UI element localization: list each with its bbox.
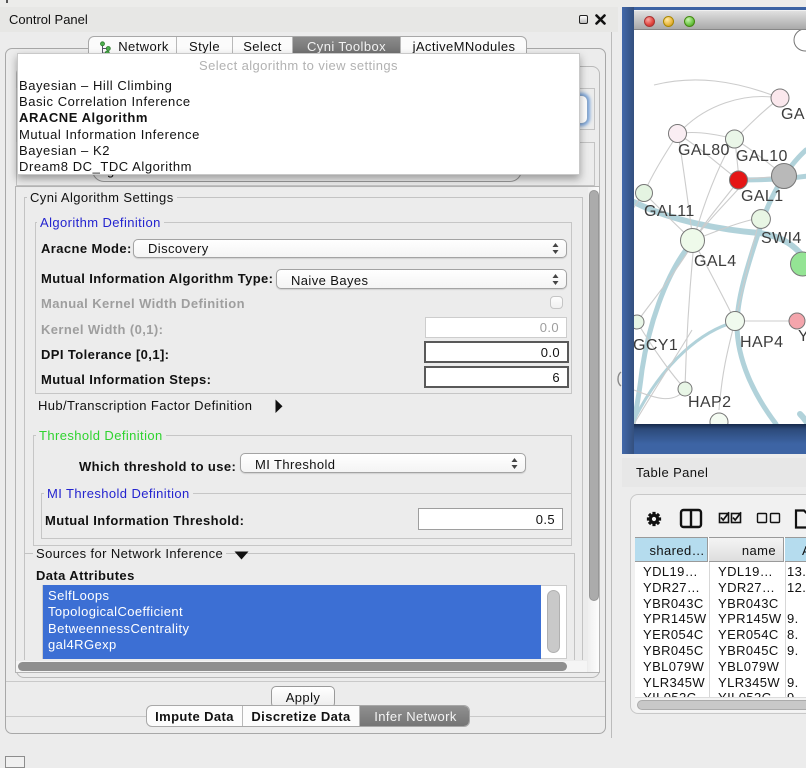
svg-text:SWI4: SWI4 [761,230,802,247]
svg-text:GAL10: GAL10 [736,148,788,165]
svg-text:GAL1: GAL1 [741,188,784,205]
svg-text:GAL11: GAL11 [644,203,695,220]
svg-text:HAP4: HAP4 [740,334,783,351]
svg-text:GAL80: GAL80 [678,142,730,159]
svg-text:GAL4: GAL4 [694,253,737,270]
svg-text:GAL: GAL [781,106,806,123]
svg-text:Y: Y [798,328,806,345]
svg-text:HAP2: HAP2 [688,394,731,411]
svg-text:GCY1: GCY1 [634,337,678,354]
